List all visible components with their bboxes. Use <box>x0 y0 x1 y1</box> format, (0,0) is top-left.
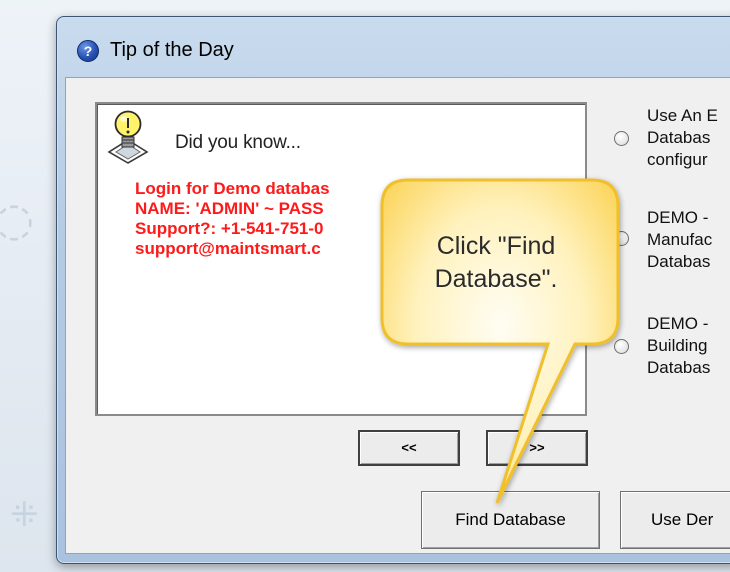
tip-line: Login for Demo databas <box>135 179 330 198</box>
radio-button[interactable] <box>614 339 629 354</box>
next-tip-label: >> <box>529 440 545 455</box>
help-icon: ? <box>77 40 99 62</box>
tip-panel: Did you know... Login for Demo databas N… <box>95 102 587 416</box>
find-database-label: Find Database <box>455 510 566 529</box>
dialog-client-area: Did you know... Login for Demo databas N… <box>65 77 730 554</box>
option-label: DEMO - Manufac Databas <box>647 208 713 271</box>
tip-line: NAME: 'ADMIN' ~ PASS <box>135 199 324 218</box>
option-label: Use An E Databas configur <box>647 106 718 169</box>
radio-button[interactable] <box>614 131 629 146</box>
tip-line: support@maintsmart.c <box>135 239 321 258</box>
option-label: DEMO - Building Databas <box>647 314 711 377</box>
background-decoration: ◌ <box>0 192 35 246</box>
tip-heading: Did you know... <box>175 132 301 153</box>
title-bar[interactable]: ? Tip of the Day <box>57 17 730 75</box>
tip-line: Support?: +1-541-751-0 <box>135 219 324 238</box>
use-demo-label: Use Der <box>651 510 714 529</box>
window-title: Tip of the Day <box>110 39 234 61</box>
lightbulb-icon <box>107 110 149 164</box>
next-tip-button[interactable]: >> <box>486 430 588 466</box>
previous-tip-button[interactable]: << <box>358 430 460 466</box>
radio-button[interactable] <box>614 231 629 246</box>
tip-text: Login for Demo databas NAME: 'ADMIN' ~ P… <box>135 179 330 259</box>
background-decoration: ⁜ <box>10 495 39 535</box>
find-database-button[interactable]: Find Database <box>421 491 600 549</box>
previous-tip-label: << <box>401 440 417 455</box>
use-demo-button[interactable]: Use Der <box>620 491 730 549</box>
tip-of-the-day-window: ? Tip of the Day Did you know... Login f… <box>56 16 730 564</box>
